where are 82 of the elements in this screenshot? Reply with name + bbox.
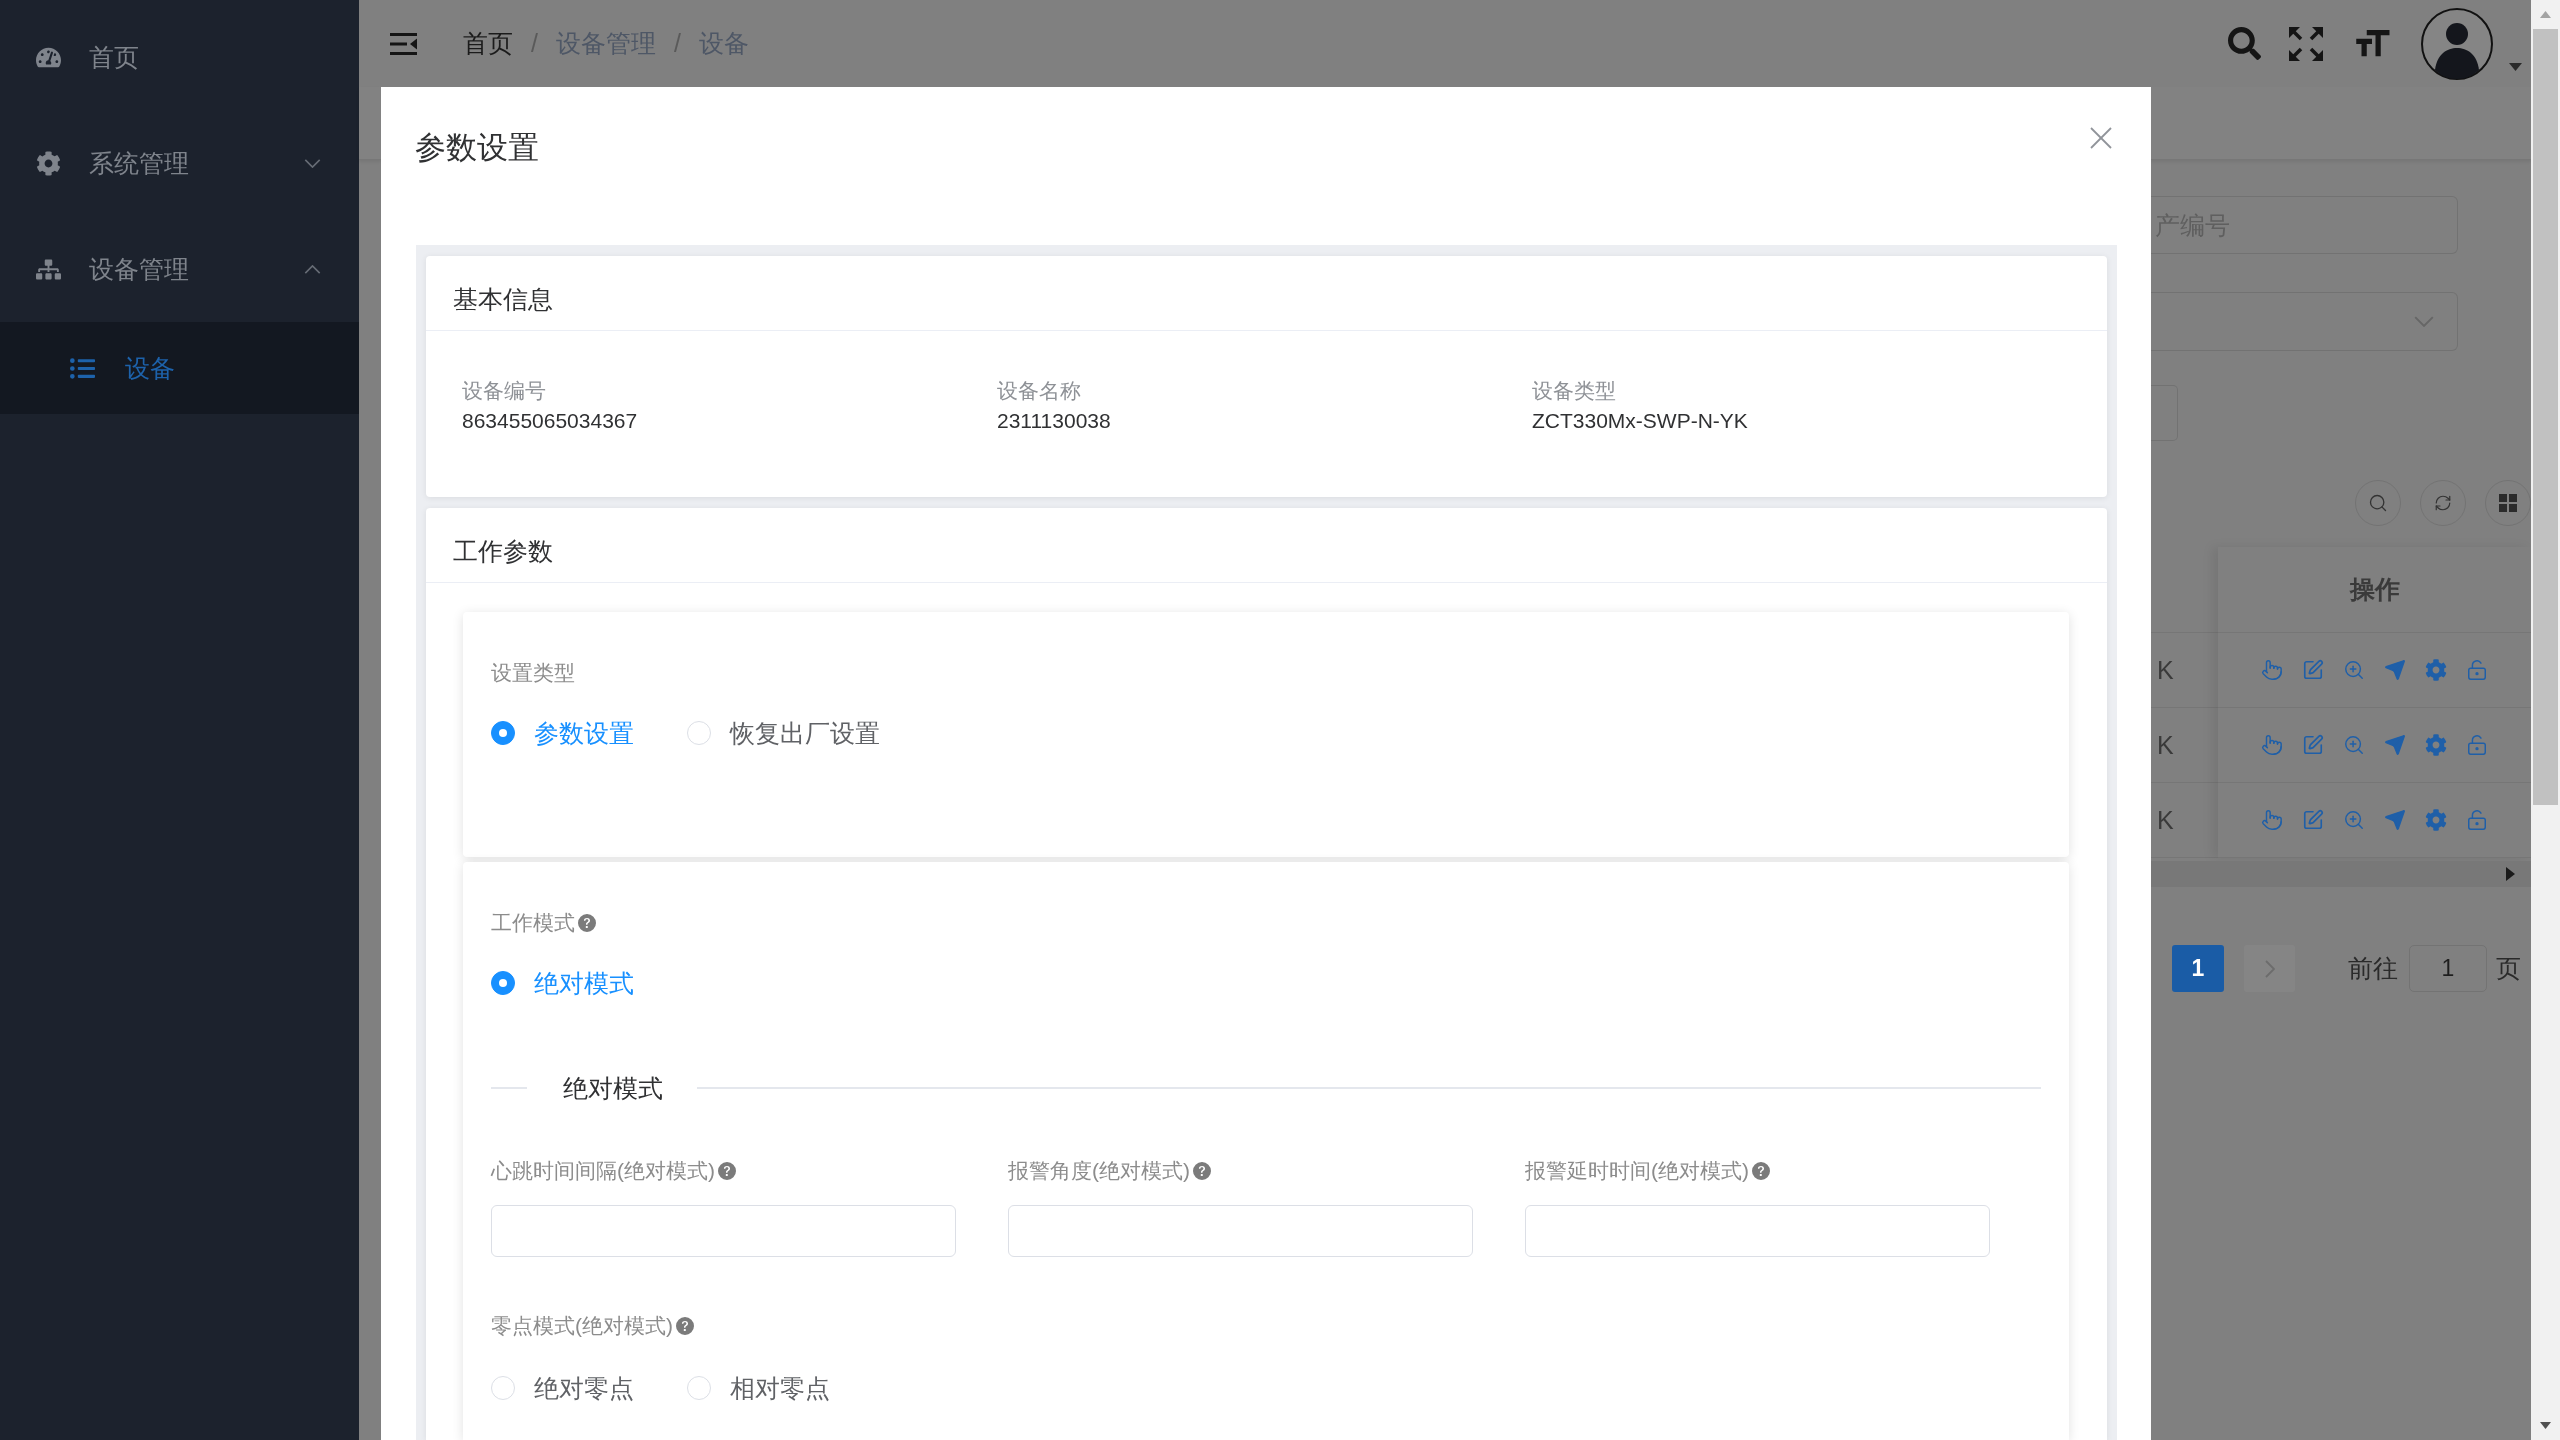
- dialog-title: 参数设置: [415, 129, 539, 167]
- caret-down-icon[interactable]: [2509, 63, 2522, 71]
- help-icon[interactable]: [578, 914, 596, 932]
- form-label: 零点模式(绝对模式): [491, 1313, 673, 1339]
- scroll-up-icon[interactable]: [2540, 11, 2551, 18]
- gear-icon[interactable]: [2425, 809, 2447, 831]
- gear-icon: [36, 150, 61, 176]
- table-cell: K: [2157, 655, 2174, 685]
- avatar-icon[interactable]: [2421, 7, 2493, 80]
- zoom-in-icon[interactable]: [2343, 809, 2365, 831]
- unlock-icon[interactable]: [2466, 809, 2488, 831]
- radio-option[interactable]: 参数设置: [491, 716, 634, 750]
- horizontal-scrollbar[interactable]: [2151, 861, 2531, 887]
- menu-item[interactable]: 设备管理: [0, 216, 359, 322]
- select-field[interactable]: [2151, 292, 2458, 351]
- unlock-icon[interactable]: [2466, 734, 2488, 756]
- help-icon[interactable]: [676, 1317, 694, 1335]
- edit-icon[interactable]: [2302, 734, 2324, 756]
- scrollbar-thumb[interactable]: [2533, 29, 2558, 805]
- search-icon: [2368, 493, 2388, 513]
- radio-option[interactable]: 恢复出厂设置: [687, 716, 880, 750]
- table-cell: K: [2157, 730, 2174, 760]
- close-button[interactable]: [2090, 127, 2112, 149]
- field-label: 设备名称: [997, 378, 1082, 404]
- hand-pointer-icon[interactable]: [2261, 809, 2283, 831]
- form-label: 心跳时间间隔(绝对模式): [491, 1158, 715, 1184]
- radio-option[interactable]: 绝对零点: [491, 1371, 634, 1405]
- hand-pointer-icon[interactable]: [2261, 659, 2283, 681]
- field-value: 863455065034367: [462, 408, 639, 434]
- fullscreen-icon[interactable]: [2289, 26, 2323, 61]
- edit-icon[interactable]: [2302, 659, 2324, 681]
- gear-icon[interactable]: [2425, 659, 2447, 681]
- breadcrumb-link[interactable]: 首页: [463, 27, 513, 60]
- form-label: 报警角度(绝对模式): [1008, 1158, 1190, 1184]
- breadcrumb-separator: /: [531, 29, 538, 58]
- chevron-down-icon: [2414, 316, 2434, 327]
- scroll-down-icon[interactable]: [2540, 1422, 2551, 1429]
- page-input[interactable]: 1: [2409, 945, 2487, 992]
- form-label: 报警延时时间(绝对模式): [1525, 1158, 1749, 1184]
- radio-option[interactable]: 相对零点: [687, 1371, 830, 1405]
- search-icon[interactable]: [2228, 27, 2261, 60]
- breadcrumb-separator: /: [673, 29, 681, 58]
- chevron-right-icon: [2264, 959, 2275, 978]
- field-value: ZCT330Mx-SWP-N-YK: [1532, 408, 1749, 434]
- grid-icon: [2499, 494, 2517, 512]
- form-label: 设置类型: [491, 660, 575, 686]
- gear-icon[interactable]: [2425, 734, 2447, 756]
- column-header: 操作: [2349, 574, 2400, 605]
- page-button[interactable]: 1: [2172, 945, 2224, 992]
- menu-item[interactable]: 系统管理: [0, 110, 359, 216]
- hand-pointer-icon[interactable]: [2261, 734, 2283, 756]
- radio-icon[interactable]: [491, 721, 515, 745]
- paper-plane-icon[interactable]: [2384, 809, 2406, 831]
- radio-icon[interactable]: [491, 971, 515, 995]
- input-field[interactable]: [2151, 385, 2178, 441]
- close-icon: [2090, 127, 2112, 149]
- form-label: 工作模式: [491, 910, 575, 936]
- section-title: 工作参数: [453, 535, 553, 567]
- field-value: 2311130038: [997, 408, 1112, 434]
- paper-plane-icon[interactable]: [2384, 734, 2406, 756]
- goto-label: 前往: [2348, 953, 2398, 984]
- field-label: 设备类型: [1532, 378, 1617, 404]
- section-title: 基本信息: [453, 283, 553, 315]
- table-cell: K: [2157, 805, 2174, 835]
- help-icon[interactable]: [1752, 1162, 1770, 1180]
- zoom-in-icon[interactable]: [2343, 734, 2365, 756]
- unlock-icon[interactable]: [2466, 659, 2488, 681]
- zoom-in-icon[interactable]: [2343, 659, 2365, 681]
- help-icon[interactable]: [1193, 1162, 1211, 1180]
- caret-right-icon[interactable]: [2506, 867, 2515, 881]
- paper-plane-icon[interactable]: [2384, 659, 2406, 681]
- field-label: 设备编号: [462, 378, 547, 404]
- help-icon[interactable]: [718, 1162, 736, 1180]
- refresh-icon: [2434, 494, 2452, 512]
- divider-title: 绝对模式: [563, 1072, 663, 1104]
- radio-option[interactable]: 绝对模式: [491, 966, 634, 1000]
- menu-item[interactable]: 首页: [0, 4, 359, 110]
- list-icon: [70, 355, 95, 381]
- page-suffix: 页: [2496, 953, 2521, 984]
- menu-item[interactable]: 设备: [0, 322, 359, 414]
- menu-icon[interactable]: [390, 32, 417, 55]
- edit-icon[interactable]: [2302, 809, 2324, 831]
